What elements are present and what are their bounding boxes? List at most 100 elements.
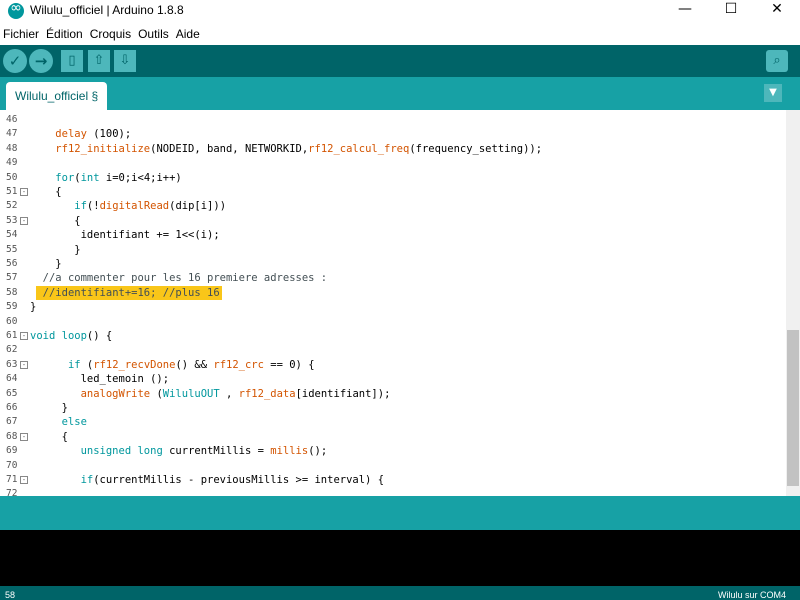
line-number: 46	[6, 114, 18, 125]
code-line[interactable]: 46	[0, 113, 786, 127]
code-text: if (rf12_recvDone() && rf12_crc == 0) {	[67, 358, 315, 371]
code-text: }	[30, 301, 37, 314]
code-text: led_temoin ();	[30, 373, 170, 386]
cursor-line-number: 58	[5, 590, 16, 600]
code-line[interactable]: 64 led_temoin ();	[0, 372, 786, 386]
code-line[interactable]: 53- {	[0, 214, 786, 228]
code-line[interactable]: 69 unsigned long currentMillis = millis(…	[0, 444, 786, 458]
line-number: 59	[6, 301, 18, 313]
maximize-button[interactable]: ☐	[708, 0, 754, 22]
board-port-label: Wilulu sur COM4	[717, 590, 786, 600]
scrollbar-thumb[interactable]	[787, 330, 799, 486]
menu-bar: Fichier Édition Croquis Outils Aide	[0, 24, 800, 44]
close-button[interactable]: ✕	[754, 0, 800, 22]
menu-fichier[interactable]: Fichier	[0, 24, 43, 41]
fold-toggle-icon[interactable]: -	[20, 432, 28, 441]
menu-aide[interactable]: Aide	[173, 24, 204, 41]
code-text: for(int i=0;i<4;i++)	[55, 171, 182, 184]
line-number: 55	[6, 243, 18, 255]
title-bar: Wilulu_officiel | Arduino 1.8.8 — ☐ ✕	[0, 0, 800, 22]
code-text: void loop() {	[30, 330, 113, 342]
code-text: }	[30, 243, 81, 256]
code-line[interactable]: 49	[0, 156, 786, 170]
code-line[interactable]: 47 delay (100);	[0, 127, 786, 141]
code-line[interactable]: 61- void loop() {	[0, 329, 786, 343]
open-button[interactable]: ⇧	[88, 50, 110, 72]
footer-bar: 58 Wilulu sur COM4	[0, 586, 800, 600]
check-icon: ✓	[8, 52, 22, 70]
line-number: 60	[6, 315, 18, 327]
code-line[interactable]: 71- if(currentMillis - previousMillis >=…	[0, 473, 786, 487]
code-text: {	[30, 186, 62, 198]
code-line[interactable]: 56 }	[0, 257, 786, 271]
code-text: {	[30, 430, 68, 443]
arrow-right-icon: →	[34, 52, 48, 70]
line-number: 50	[6, 171, 18, 183]
open-arrow-up-icon: ⇧	[93, 53, 105, 68]
line-number: 52	[6, 200, 18, 212]
tab-bar: Wilulu_officiel § ▼	[0, 77, 800, 110]
code-text: rf12_initialize(NODEID, band, NETWORKID,…	[55, 142, 543, 155]
code-line[interactable]: 58 //identifiant+=16; //plus 16	[0, 285, 786, 300]
line-number: 66	[6, 402, 18, 413]
arduino-logo-icon	[8, 0, 24, 19]
upload-button[interactable]: →	[29, 49, 53, 73]
code-line[interactable]: 57 //a commenter pour les 16 premiere ad…	[0, 271, 786, 285]
code-line[interactable]: 72	[0, 487, 786, 496]
menu-outils[interactable]: Outils	[135, 24, 173, 41]
fold-toggle-icon[interactable]: -	[20, 216, 28, 225]
serial-monitor-button[interactable]: ⌕	[766, 50, 788, 72]
code-line[interactable]: 66 }	[0, 401, 786, 415]
tab-menu-button[interactable]: ▼	[764, 84, 782, 102]
line-number: 70	[6, 459, 18, 471]
fold-toggle-icon[interactable]: -	[20, 188, 28, 196]
code-line[interactable]: 54 identifiant += 1<<(i);	[0, 228, 786, 242]
code-line[interactable]: 51- {	[0, 185, 786, 199]
window-title: Wilulu_officiel | Arduino 1.8.8	[30, 3, 184, 17]
code-text: //identifiant+=16; //plus 16	[42, 286, 220, 299]
line-number: 69	[6, 445, 18, 457]
code-line[interactable]: 60	[0, 315, 786, 329]
code-text: {	[30, 214, 81, 227]
fold-toggle-icon[interactable]: -	[20, 476, 28, 484]
code-line[interactable]: 67 else	[0, 415, 786, 429]
menu-croquis[interactable]: Croquis	[87, 24, 135, 41]
line-number: 58	[6, 286, 18, 298]
line-number: 56	[6, 258, 18, 269]
magnifier-icon: ⌕	[773, 53, 781, 68]
code-line[interactable]: 55 }	[0, 243, 786, 257]
chevron-down-icon: ▼	[769, 87, 777, 98]
line-number: 72	[6, 488, 18, 496]
code-line[interactable]: 62	[0, 343, 786, 357]
save-button[interactable]: ⇩	[114, 50, 136, 72]
code-line[interactable]: 65 analogWrite (WiluluOUT , rf12_data[id…	[0, 387, 786, 401]
new-button[interactable]: ▯	[61, 50, 83, 72]
fold-toggle-icon[interactable]: -	[20, 332, 28, 340]
code-line[interactable]: 48 rf12_initialize(NODEID, band, NETWORK…	[0, 142, 786, 156]
code-text: else	[61, 416, 87, 429]
code-line[interactable]: 63- if (rf12_recvDone() && rf12_crc == 0…	[0, 358, 786, 372]
verify-button[interactable]: ✓	[3, 49, 27, 73]
code-text: delay (100);	[55, 128, 132, 141]
code-line[interactable]: 68- {	[0, 430, 786, 444]
code-text: //a commenter pour les 16 premiere adres…	[42, 272, 328, 285]
code-line[interactable]: 52 if(!digitalRead(dip[i]))	[0, 199, 786, 213]
code-text: if(!digitalRead(dip[i]))	[74, 200, 227, 213]
line-number: 67	[6, 416, 18, 428]
console-output	[0, 530, 800, 586]
code-line[interactable]: 50 for(int i=0;i<4;i++)	[0, 171, 786, 185]
code-text: identifiant += 1<<(i);	[30, 229, 220, 242]
code-text: if(currentMillis - previousMillis >= int…	[80, 474, 385, 486]
code-text: }	[30, 258, 62, 270]
code-text: unsigned long currentMillis = millis();	[80, 445, 328, 458]
code-line[interactable]: 59}	[0, 300, 786, 314]
status-bar	[0, 496, 800, 530]
line-number: 64	[6, 373, 18, 385]
menu-edition[interactable]: Édition	[43, 24, 87, 41]
minimize-button[interactable]: —	[662, 0, 708, 22]
code-editor[interactable]: 46 47 delay (100); 48 rf12_initialize(NODE…	[0, 110, 800, 496]
code-line[interactable]: 70	[0, 459, 786, 473]
line-number: 47	[6, 128, 18, 140]
tab-wilulu-officiel[interactable]: Wilulu_officiel §	[6, 82, 108, 110]
fold-toggle-icon[interactable]: -	[20, 360, 28, 369]
